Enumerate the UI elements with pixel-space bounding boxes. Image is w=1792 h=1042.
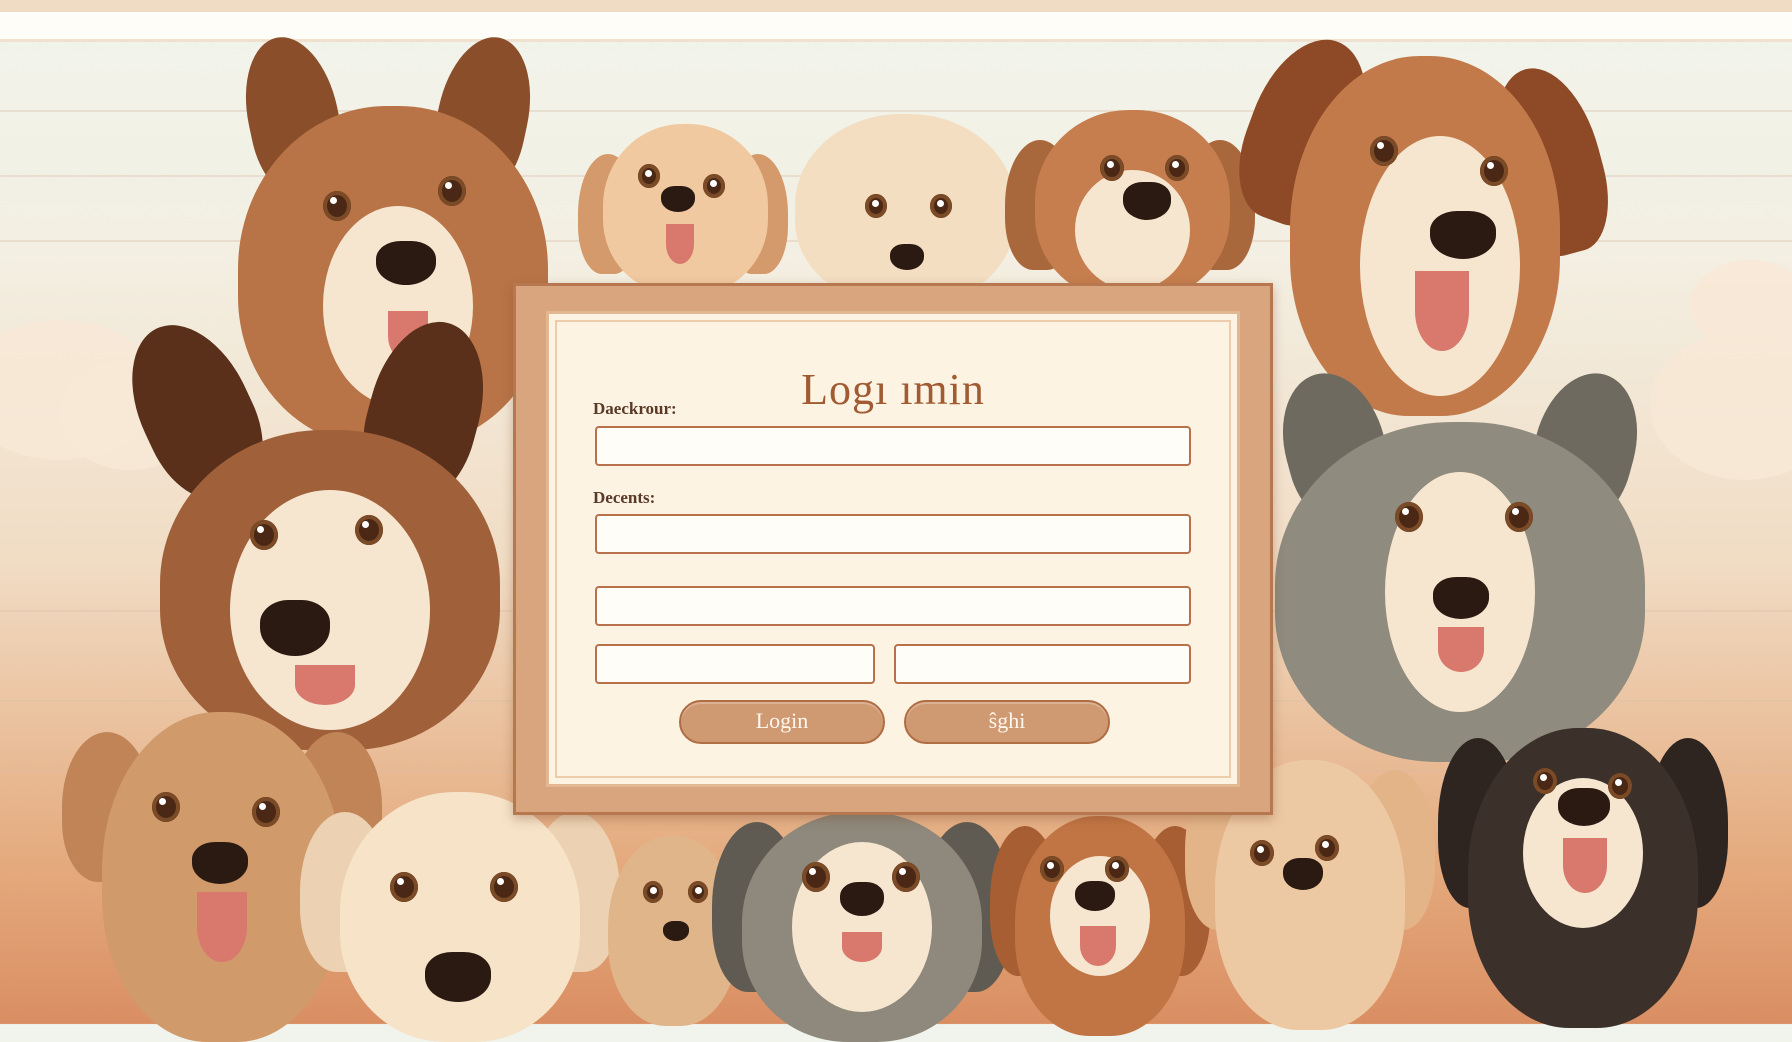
dog-illustration [300,792,620,1042]
login-panel: Logı ımin Daeckrour: Decents: Login ŝghi [513,283,1273,815]
dog-illustration [1267,361,1653,762]
field-label-1: Daeckrour: [593,399,677,418]
text-field-3[interactable] [595,586,1191,626]
dog-illustration [795,114,1015,304]
dog-illustration [107,305,520,750]
field-label-2: Decents: [593,488,656,507]
dog-illustration [1438,728,1728,1028]
login-button[interactable]: Login [679,700,885,744]
dog-illustration [990,816,1210,1036]
login-card: Logı ımin Daeckrour: Decents: Login ŝghi [546,311,1240,787]
text-field-2[interactable] [595,514,1191,554]
dog-illustration [578,124,788,294]
cloud [1650,330,1792,480]
text-field-4[interactable] [595,644,875,684]
text-field-1[interactable] [595,426,1191,466]
secondary-button[interactable]: ŝghi [904,700,1110,744]
text-field-5[interactable] [894,644,1191,684]
dog-illustration [1005,110,1255,300]
dog-illustration [712,812,1012,1042]
dog-illustration [1220,22,1623,416]
